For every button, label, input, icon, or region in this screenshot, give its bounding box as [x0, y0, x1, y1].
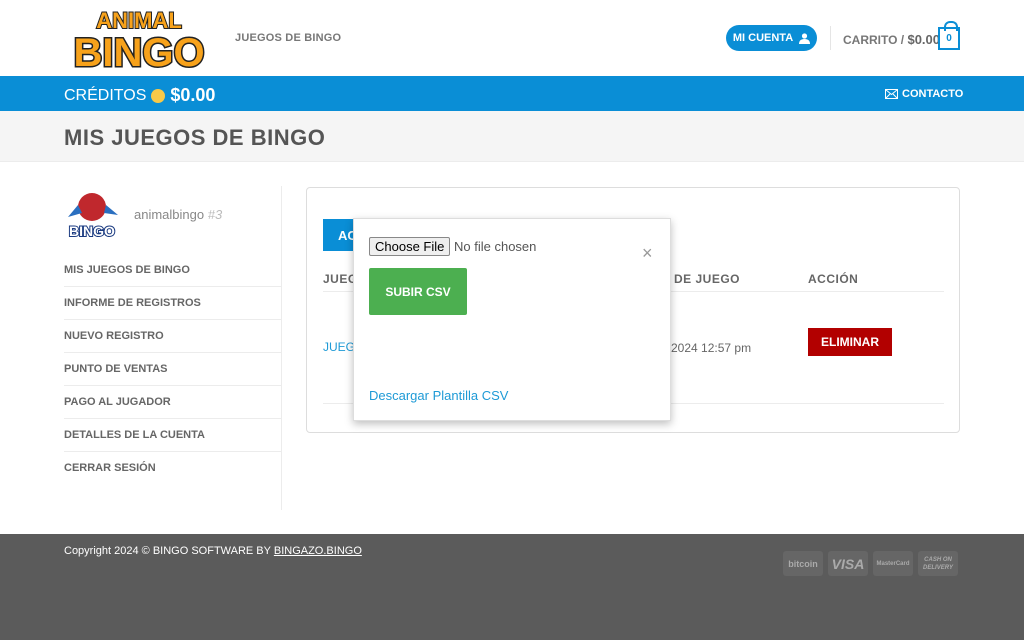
coin-icon — [151, 88, 166, 103]
divider — [830, 26, 831, 50]
account-label: MI CUENTA — [732, 32, 794, 44]
delete-button[interactable]: ELIMINAR — [808, 328, 892, 356]
contact-link[interactable]: CONTACTO — [885, 88, 963, 100]
close-icon[interactable]: × — [642, 243, 653, 264]
sidebar-item-cerrar-sesion[interactable]: CERRAR SESIÓN — [64, 452, 281, 485]
file-status: No file chosen — [454, 239, 537, 254]
upload-csv-popup: Choose File No file chosen × SUBIR CSV D… — [353, 218, 671, 421]
download-template-link[interactable]: Descargar Plantilla CSV — [369, 388, 508, 403]
site-footer: Copyright 2024 © BINGO SOFTWARE BY BINGA… — [0, 534, 1024, 640]
nav-juegos-de-bingo[interactable]: JUEGOS DE BINGO — [235, 32, 341, 44]
account-sidebar: MIS JUEGOS DE BINGO INFORME DE REGISTROS… — [64, 254, 281, 485]
sidebar-item-punto-ventas[interactable]: PUNTO DE VENTAS — [64, 353, 281, 386]
sidebar-item-mis-juegos[interactable]: MIS JUEGOS DE BINGO — [64, 254, 281, 287]
animal-bingo-logo[interactable]: ANIMAL BINGO — [64, 4, 214, 72]
credits-amount: $0.00 — [170, 85, 216, 105]
site-header: ANIMAL BINGO JUEGOS DE BINGO MI CUENTA C… — [0, 0, 1024, 76]
sidebar-item-nuevo-registro[interactable]: NUEVO REGISTRO — [64, 320, 281, 353]
visa-icon: VISA — [828, 551, 868, 576]
envelope-icon — [885, 89, 898, 99]
choose-file-button[interactable]: Choose File — [369, 237, 451, 256]
username: animalbingo #3 — [134, 207, 222, 222]
contact-label: CONTACTO — [902, 88, 964, 100]
cart-total: $0.00 — [907, 32, 941, 47]
user-id: #3 — [207, 207, 223, 222]
mastercard-icon: MasterCard — [873, 551, 913, 576]
column-header-action: ACCIÓN — [808, 272, 859, 286]
game-date: 2024 12:57 pm — [671, 341, 752, 355]
sidebar-item-pago-jugador[interactable]: PAGO AL JUGADOR — [64, 386, 281, 419]
column-header-date: DE JUEGO — [674, 272, 741, 286]
user-icon — [799, 32, 811, 44]
cart-bag-icon[interactable]: 0 — [938, 21, 960, 50]
bitcoin-icon: bitcoin — [783, 551, 823, 576]
sidebar-item-informe-registros[interactable]: INFORME DE REGISTROS — [64, 287, 281, 320]
cash-on-delivery-icon: CASH ON DELIVERY — [918, 551, 958, 576]
svg-text:BINGO: BINGO — [73, 31, 204, 72]
my-account-button[interactable]: MI CUENTA — [726, 25, 817, 51]
sidebar-item-detalles-cuenta[interactable]: DETALLES DE LA CUENTA — [64, 419, 281, 452]
credits-bar: CRÉDITOS $0.00 CONTACTO — [0, 76, 1024, 111]
upload-csv-button[interactable]: SUBIR CSV — [369, 268, 467, 315]
svg-text:ANIMAL: ANIMAL — [96, 8, 182, 33]
cart-link[interactable]: CARRITO / $0.00 — [843, 32, 940, 47]
credits-display: CRÉDITOS $0.00 — [64, 85, 215, 106]
copyright: Copyright 2024 © BINGO SOFTWARE BY BINGA… — [64, 545, 362, 557]
page-title-bar: MIS JUEGOS DE BINGO — [0, 111, 1024, 162]
sidebar-divider — [281, 186, 282, 510]
avatar: BINGO — [68, 193, 118, 239]
cart-label: CARRITO / — [843, 33, 905, 47]
username-text: animalbingo — [134, 207, 205, 222]
svg-text:BINGO: BINGO — [69, 223, 115, 239]
game-link[interactable]: JUEG — [323, 340, 355, 354]
copyright-text: Copyright 2024 © BINGO SOFTWARE BY — [64, 545, 271, 557]
credits-label: CRÉDITOS — [64, 86, 147, 104]
page-title: MIS JUEGOS DE BINGO — [64, 125, 326, 150]
cart-count: 0 — [946, 33, 952, 44]
bingazo-link[interactable]: BINGAZO.BINGO — [274, 545, 362, 557]
